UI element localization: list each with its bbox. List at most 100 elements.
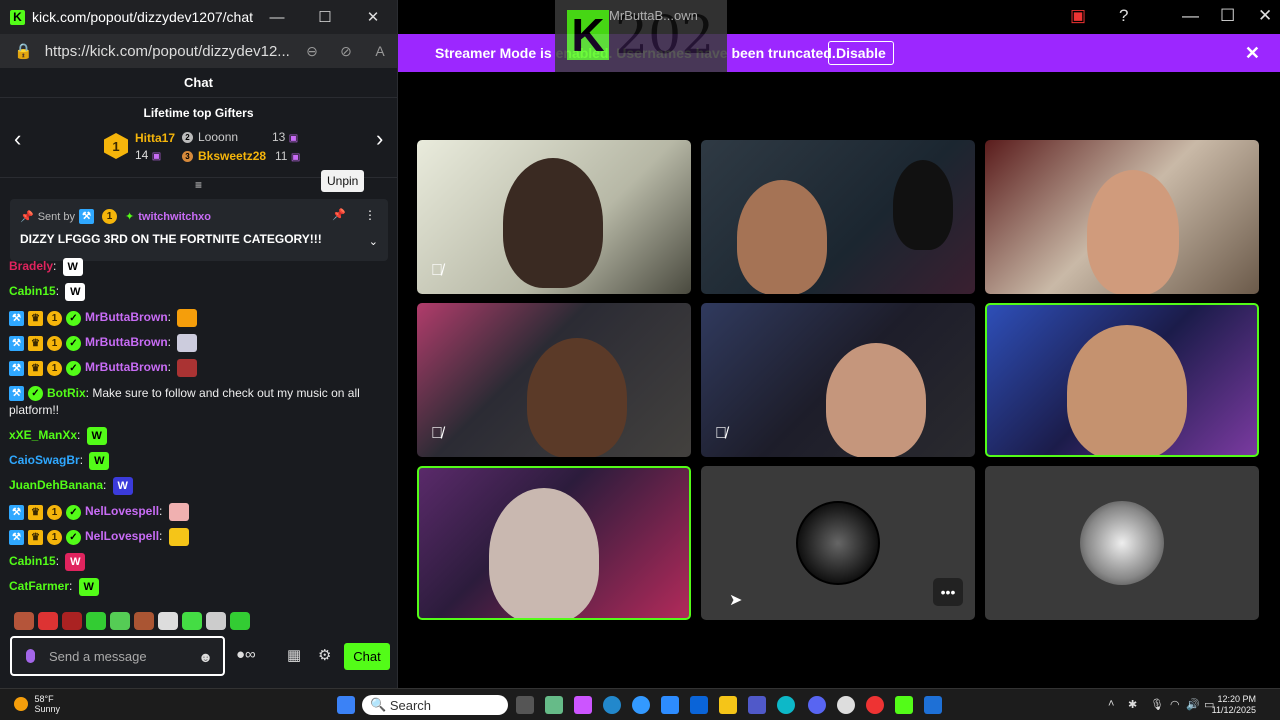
emoji-icon[interactable]: ☻ — [198, 649, 213, 665]
task-view-icon[interactable] — [516, 696, 534, 714]
bluetooth-icon[interactable]: ✱ — [1128, 698, 1137, 711]
tracking-prevention-icon[interactable]: ⊘ — [329, 43, 363, 60]
address-bar[interactable]: 🔒 https://kick.com/popout/dizzydev12... … — [0, 34, 397, 68]
chat-username[interactable]: MrButtaBrown — [85, 335, 168, 349]
chat-message: ⚒ ♛ 1 ✓ MrButtaBrown: — [9, 309, 198, 327]
emote-icon[interactable] — [14, 612, 34, 630]
kick-app-icon[interactable] — [895, 696, 913, 714]
emote-icon[interactable] — [230, 612, 250, 630]
mic-icon[interactable] — [26, 649, 35, 663]
streamer-video — [1067, 325, 1187, 455]
more-options-button[interactable]: ••• — [933, 578, 963, 606]
pinned-username[interactable]: twitchwitchxo — [138, 211, 211, 223]
edge-icon[interactable] — [777, 696, 795, 714]
background-window-titlebar: ▣ ? — ☐ ✕ — [398, 0, 1280, 34]
help-icon[interactable]: ? — [1119, 6, 1128, 26]
unpin-icon[interactable]: 📌 — [332, 208, 346, 221]
close-icon[interactable]: ✕ — [1258, 6, 1272, 26]
gifters-title: Lifetime top Gifters — [143, 106, 254, 120]
chat-username[interactable]: Bradely — [9, 259, 53, 273]
app-icon[interactable] — [924, 696, 942, 714]
pin-icon: 📌 — [20, 211, 34, 223]
copilot-icon[interactable] — [574, 696, 592, 714]
chat-username[interactable]: JuanDehBanana — [9, 478, 103, 492]
widgets-icon[interactable] — [545, 696, 563, 714]
maximize-icon[interactable]: ☐ — [1220, 6, 1235, 26]
close-icon[interactable]: ✕ — [349, 0, 397, 34]
kick-emotes-icon[interactable]: ●∞ — [236, 646, 256, 663]
emote-icon[interactable] — [134, 612, 154, 630]
disable-button[interactable]: Disable — [828, 41, 894, 65]
zoom-icon[interactable]: ⊖ — [295, 43, 329, 60]
chat-username[interactable]: Cabin15 — [9, 554, 56, 568]
gifter-name[interactable]: Hitta17 — [135, 131, 175, 145]
volume-icon[interactable]: 🔊 — [1186, 698, 1200, 711]
chat-username[interactable]: NelLovespell — [85, 504, 159, 518]
start-icon[interactable] — [337, 696, 355, 714]
mic-icon[interactable]: 🎙 — [1150, 698, 1164, 711]
verified-badge-icon: ✓ — [66, 504, 81, 520]
chevron-right-icon[interactable]: › — [376, 126, 383, 152]
minimize-icon[interactable]: — — [1182, 6, 1199, 26]
discord-icon[interactable] — [808, 696, 826, 714]
chat-username[interactable]: CaioSwagBr — [9, 453, 80, 467]
verified-badge-icon: ✓ — [66, 529, 81, 545]
gifter-name[interactable]: 2 Looonn — [182, 130, 238, 144]
teams-icon[interactable] — [748, 696, 766, 714]
message-input[interactable]: Send a message ☻ — [10, 636, 225, 676]
video-tile[interactable] — [701, 140, 975, 294]
chat-username[interactable]: BotRix — [47, 386, 86, 400]
video-tile[interactable]: 🎙̸ — [417, 303, 691, 457]
emote-icon[interactable] — [110, 612, 130, 630]
zoom-app-icon[interactable] — [661, 696, 679, 714]
video-tile[interactable]: 🎙̸ — [417, 140, 691, 294]
chrome-icon[interactable] — [632, 696, 650, 714]
chat-username[interactable]: NelLovespell — [85, 529, 159, 543]
store-icon[interactable] — [690, 696, 708, 714]
video-tile-speaking[interactable] — [417, 466, 691, 620]
mic-muted-icon: 🎙̸ — [431, 262, 443, 279]
collapse-icon[interactable]: ≡ — [195, 178, 202, 192]
read-aloud-icon[interactable]: A — [363, 43, 397, 59]
chat-username[interactable]: Cabin15 — [9, 284, 56, 298]
gifter-name[interactable]: 3 Bksweetz28 — [182, 149, 266, 163]
settings-icon[interactable] — [837, 696, 855, 714]
chat-username[interactable]: xXE_ManXx — [9, 428, 77, 442]
video-tile[interactable]: 🎙̸ — [701, 303, 975, 457]
gift-icon[interactable]: ▦ — [287, 646, 301, 664]
emote-icon[interactable] — [38, 612, 58, 630]
emote-icon[interactable] — [182, 612, 202, 630]
clock[interactable]: 12:20 PM 11/12/2025 — [1212, 694, 1256, 716]
emote-icon[interactable] — [86, 612, 106, 630]
chat-username[interactable]: MrButtaBrown — [85, 310, 168, 324]
sent-by-label: Sent by — [37, 210, 76, 223]
taskbar-search[interactable]: 🔍 Search — [362, 695, 508, 715]
chevron-down-icon[interactable]: ⌄ — [369, 235, 378, 248]
chat-message: Bradely: W — [9, 258, 83, 276]
mouse-cursor-icon: ➤ — [729, 592, 743, 609]
gear-icon[interactable]: ⚙ — [318, 646, 331, 664]
chat-username[interactable]: MrButtaBrown — [85, 360, 168, 374]
emote-icon: W — [78, 578, 99, 596]
chevron-up-icon[interactable]: ˄ — [1108, 698, 1114, 710]
minimize-icon[interactable]: — — [253, 0, 301, 34]
close-banner-icon[interactable]: ✕ — [1245, 43, 1260, 64]
wifi-icon[interactable]: ◠ — [1170, 698, 1180, 711]
emote-icon[interactable] — [62, 612, 82, 630]
video-tile[interactable] — [985, 140, 1259, 294]
maximize-icon[interactable]: ☐ — [301, 0, 349, 34]
emote-icon[interactable] — [158, 612, 178, 630]
folder-icon[interactable] — [719, 696, 737, 714]
more-vertical-icon[interactable]: ⋮ — [364, 208, 376, 222]
weather-widget[interactable]: 58°F Sunny — [14, 694, 60, 714]
record-icon[interactable]: ▣ — [1070, 6, 1086, 26]
chevron-left-icon[interactable]: ‹ — [14, 126, 21, 152]
maps-icon[interactable] — [866, 696, 884, 714]
emote-icon[interactable] — [206, 612, 226, 630]
chat-username[interactable]: CatFarmer — [9, 579, 69, 593]
send-chat-button[interactable]: Chat — [344, 643, 390, 670]
url-text[interactable]: https://kick.com/popout/dizzydev12... — [45, 43, 295, 60]
video-tile[interactable] — [985, 466, 1259, 620]
video-tile-speaking[interactable] — [985, 303, 1259, 457]
hp-icon[interactable] — [603, 696, 621, 714]
